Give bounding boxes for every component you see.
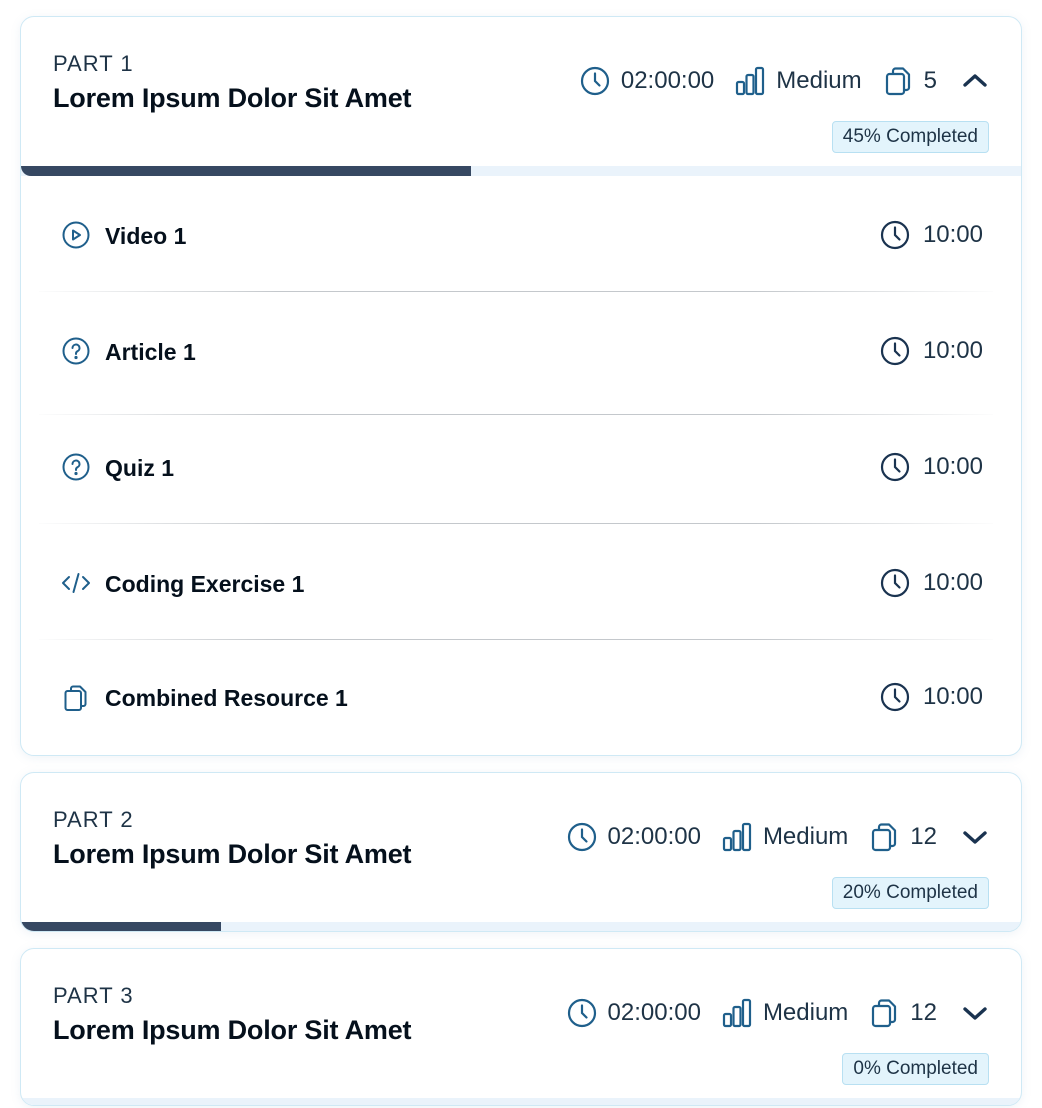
clock-icon [879, 681, 911, 713]
duration-text: 02:00:00 [620, 67, 715, 94]
difficulty-bars-icon [721, 997, 753, 1029]
difficulty-text: Medium [776, 67, 862, 94]
part-title: Lorem Ipsum Dolor Sit Amet [53, 1015, 412, 1045]
lesson-name: Video 1 [105, 223, 187, 249]
question-circle-icon [61, 336, 91, 366]
lesson-duration: 10:00 [879, 681, 983, 713]
lesson-item[interactable]: Article 1 10:00 [21, 293, 1021, 409]
difficulty-bars-icon [721, 821, 753, 853]
chevron-down-icon[interactable] [961, 823, 989, 851]
lesson-item[interactable]: Quiz 1 10:00 [21, 409, 1021, 525]
part-title: Lorem Ipsum Dolor Sit Amet [53, 83, 412, 113]
part-card-1: PART 1 Lorem Ipsum Dolor Sit Amet 02:00:… [20, 16, 1022, 756]
question-circle-icon [61, 452, 91, 482]
progress-fill [21, 166, 471, 176]
part-title: Lorem Ipsum Dolor Sit Amet [53, 839, 412, 869]
part-header[interactable]: PART 2 Lorem Ipsum Dolor Sit Amet 02:00:… [21, 773, 1021, 931]
progress-bar [21, 1098, 1021, 1105]
divider [39, 291, 993, 292]
clock-icon [879, 335, 911, 367]
lesson-name: Combined Resource 1 [105, 685, 348, 711]
duration-info: 02:00:00 [579, 65, 714, 97]
clock-icon [566, 821, 598, 853]
lesson-duration: 10:00 [879, 567, 983, 599]
resource-count-info: 12 [868, 997, 937, 1029]
part-label: PART 3 [53, 983, 134, 1008]
difficulty-info: Medium [734, 65, 862, 97]
duration-info: 02:00:00 [566, 821, 701, 853]
part-label: PART 2 [53, 807, 134, 832]
lesson-duration-text: 10:00 [922, 569, 983, 596]
completion-badge: 20% Completed [831, 877, 989, 909]
part-label: PART 1 [53, 51, 134, 76]
clock-icon [879, 567, 911, 599]
lesson-item[interactable]: Combined Resource 1 10:00 [21, 639, 1021, 755]
resource-count-text: 5 [923, 67, 937, 94]
part-meta: 02:00:00 Medium 12 [566, 817, 989, 857]
clock-icon [879, 451, 911, 483]
lesson-duration: 10:00 [879, 451, 983, 483]
copy-icon [868, 821, 900, 853]
difficulty-info: Medium [721, 997, 848, 1029]
part-header[interactable]: PART 3 Lorem Ipsum Dolor Sit Amet 02:00:… [21, 949, 1021, 1105]
lesson-duration-text: 10:00 [922, 221, 983, 248]
part-card-2: PART 2 Lorem Ipsum Dolor Sit Amet 02:00:… [20, 772, 1022, 932]
course-parts-list: PART 1 Lorem Ipsum Dolor Sit Amet 02:00:… [0, 0, 1042, 1108]
lesson-duration: 10:00 [879, 335, 983, 367]
duration-info: 02:00:00 [566, 997, 701, 1029]
chevron-down-icon[interactable] [961, 999, 989, 1027]
lesson-duration-text: 10:00 [922, 453, 983, 480]
play-circle-icon [61, 220, 91, 250]
difficulty-text: Medium [762, 823, 849, 850]
lesson-duration-text: 10:00 [922, 683, 983, 710]
duration-text: 02:00:00 [607, 999, 701, 1026]
part-meta: 02:00:00 Medium 5 [579, 61, 989, 101]
clock-icon [579, 65, 611, 97]
progress-fill [21, 922, 221, 931]
resource-count-text: 12 [910, 823, 937, 850]
lesson-item[interactable]: Coding Exercise 1 10:00 [21, 525, 1021, 641]
clock-icon [566, 997, 598, 1029]
code-icon [61, 568, 91, 598]
duration-text: 02:00:00 [607, 823, 701, 850]
part-header[interactable]: PART 1 Lorem Ipsum Dolor Sit Amet 02:00:… [21, 17, 1021, 177]
copy-icon [882, 65, 914, 97]
lesson-item[interactable]: Video 1 10:00 [21, 177, 1021, 293]
resource-count-text: 12 [910, 999, 937, 1026]
lesson-name: Article 1 [105, 339, 196, 365]
lesson-name: Quiz 1 [105, 455, 175, 481]
copy-icon [61, 683, 91, 713]
completion-badge: 45% Completed [831, 121, 989, 153]
resource-count-info: 12 [868, 821, 937, 853]
difficulty-text: Medium [762, 999, 849, 1026]
difficulty-info: Medium [721, 821, 848, 853]
progress-bar [21, 922, 1021, 931]
chevron-up-icon[interactable] [961, 67, 989, 95]
copy-icon [868, 997, 900, 1029]
resource-count-info: 5 [882, 65, 937, 97]
lesson-duration: 10:00 [879, 219, 983, 251]
lesson-duration-text: 10:00 [922, 337, 983, 364]
progress-bar [21, 166, 1021, 176]
clock-icon [879, 219, 911, 251]
lesson-name: Coding Exercise 1 [105, 571, 305, 597]
divider [39, 523, 993, 524]
part-card-3: PART 3 Lorem Ipsum Dolor Sit Amet 02:00:… [20, 948, 1022, 1106]
completion-badge: 0% Completed [842, 1053, 989, 1085]
part-meta: 02:00:00 Medium 12 [566, 993, 989, 1033]
difficulty-bars-icon [734, 65, 766, 97]
